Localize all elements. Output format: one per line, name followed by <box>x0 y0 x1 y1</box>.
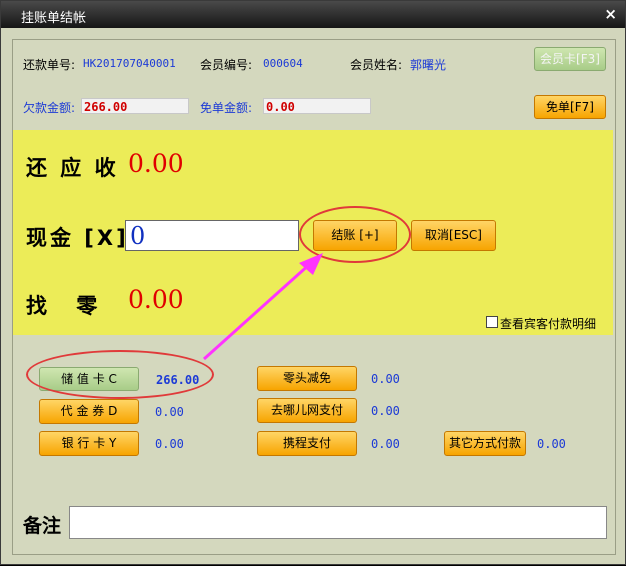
arrow-shaft <box>202 261 313 361</box>
checkout-dialog: 挂账单结帐 × 还款单号: HK201707040001 会员编号: 00060… <box>0 0 626 565</box>
annotation-arrow <box>202 253 323 361</box>
